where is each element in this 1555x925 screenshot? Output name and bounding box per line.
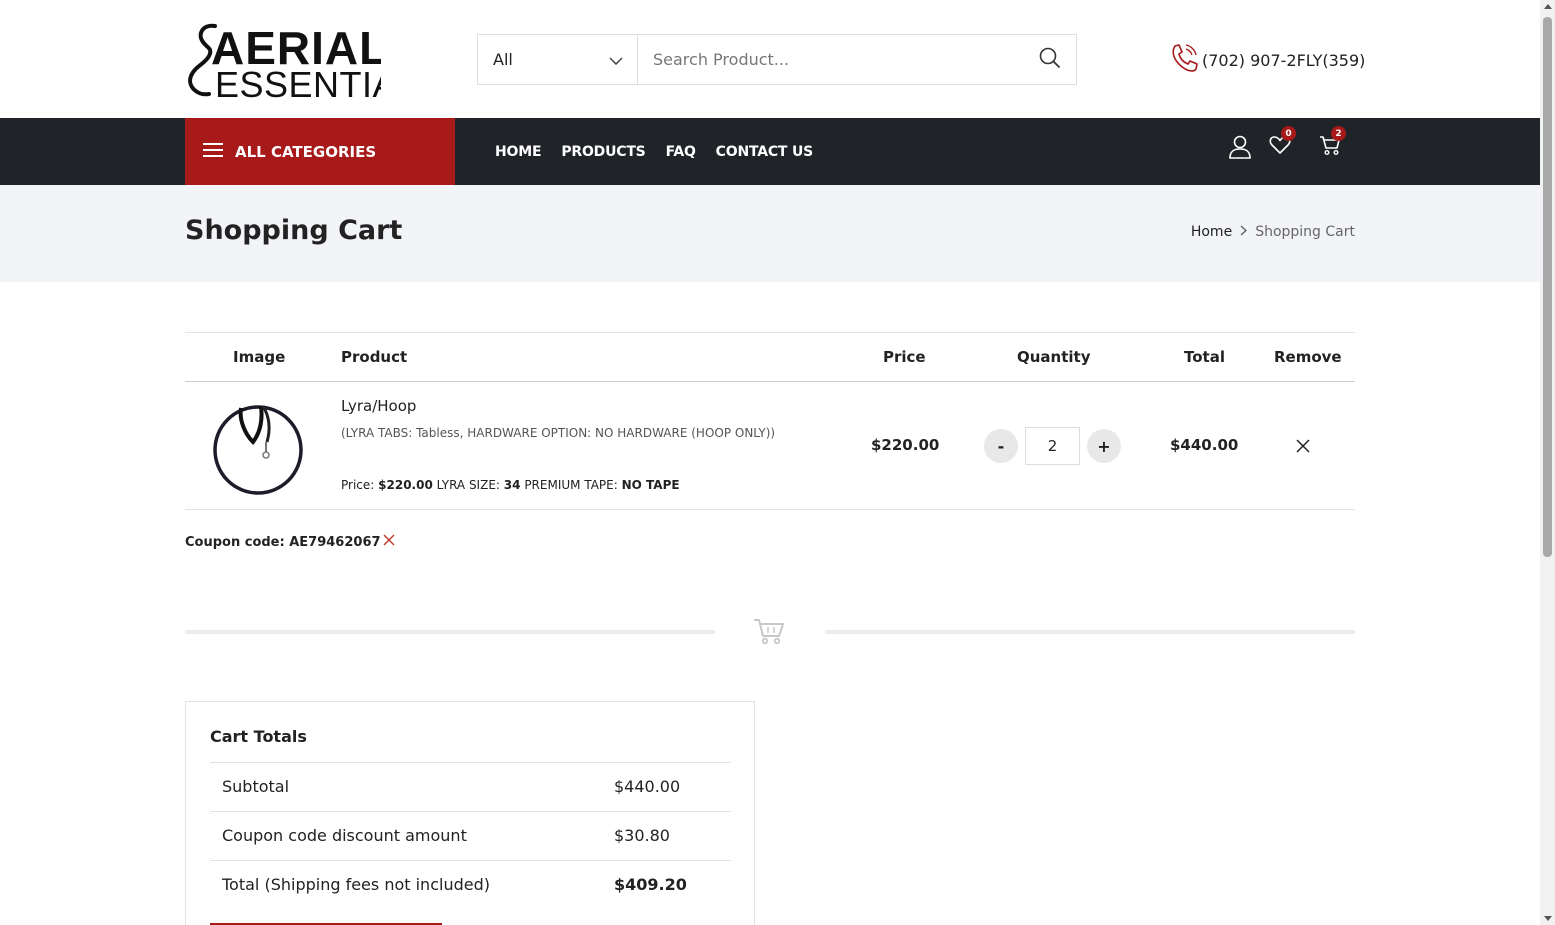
- header-image: Image: [233, 348, 286, 366]
- meta-size-label: LYRA SIZE:: [436, 478, 500, 492]
- meta-price-value: $220.00: [378, 478, 433, 492]
- page-title: Shopping Cart: [185, 215, 403, 246]
- header-total: Total: [1184, 348, 1225, 366]
- heart-icon: [1269, 136, 1291, 160]
- all-categories-label: ALL CATEGORIES: [235, 142, 377, 161]
- nav-link-home[interactable]: HOME: [495, 144, 542, 160]
- breadcrumb-current: Shopping Cart: [1255, 224, 1355, 240]
- nav-link-contact-us[interactable]: CONTACT US: [716, 144, 814, 160]
- search-button[interactable]: [1024, 35, 1076, 84]
- totals-label: Subtotal: [222, 777, 290, 796]
- totals-row-total: Total (Shipping fees not included) $409.…: [210, 860, 731, 909]
- category-select[interactable]: All: [478, 35, 638, 84]
- search-bar: All: [477, 34, 1077, 85]
- cart-totals-table: Subtotal $440.00 Coupon code discount am…: [210, 762, 731, 909]
- quantity-increase-button[interactable]: +: [1087, 429, 1121, 463]
- product-name[interactable]: Lyra/Hoop: [341, 397, 416, 415]
- chevron-right-icon: [1240, 224, 1248, 240]
- header-price: Price: [883, 348, 926, 366]
- page-title-band: Shopping Cart Home Shopping Cart: [0, 185, 1540, 282]
- meta-size-value: 34: [503, 478, 521, 492]
- meta-tape-label: PREMIUM TAPE:: [524, 478, 618, 492]
- category-select-value: All: [493, 50, 513, 69]
- cart-icon: [1319, 136, 1341, 160]
- search-input[interactable]: [638, 35, 1024, 84]
- page: AERIAL ESSENTIALS All: [0, 0, 1540, 925]
- applied-coupon: Coupon code: AE79462067: [185, 534, 395, 550]
- chevron-down-icon: [609, 50, 623, 69]
- nav-links: HOME PRODUCTS FAQ CONTACT US: [495, 118, 813, 185]
- scroll-down-arrow[interactable]: [1544, 916, 1552, 921]
- scrollbar-thumb[interactable]: [1543, 17, 1552, 557]
- section-divider-left: [185, 630, 715, 634]
- cart-table-header: Image Product Price Quantity Total Remov…: [185, 332, 1355, 382]
- cart-row: Lyra/Hoop (LYRA TABS: Tabless, HARDWARE …: [185, 382, 1355, 510]
- user-icon: [1228, 135, 1252, 164]
- close-icon: [383, 534, 395, 550]
- breadcrumb: Home Shopping Cart: [1191, 224, 1355, 240]
- coupon-code-text: Coupon code: AE79462067: [185, 534, 381, 550]
- quantity-stepper: - +: [984, 427, 1121, 465]
- product-options: (LYRA TABS: Tabless, HARDWARE OPTION: NO…: [341, 426, 776, 440]
- totals-value: $440.00: [614, 777, 681, 796]
- site-header: AERIAL ESSENTIALS All: [0, 0, 1540, 118]
- wishlist-button[interactable]: 0: [1269, 126, 1296, 160]
- nav-link-products[interactable]: PRODUCTS: [561, 144, 645, 160]
- cart-totals-title: Cart Totals: [210, 727, 307, 746]
- header-product: Product: [341, 348, 408, 366]
- close-icon: [1296, 438, 1310, 457]
- quantity-decrease-button[interactable]: -: [984, 429, 1018, 463]
- header-remove: Remove: [1274, 348, 1342, 366]
- totals-label: Coupon code discount amount: [222, 826, 467, 845]
- remove-item-button[interactable]: [1296, 438, 1310, 457]
- scroll-up-arrow[interactable]: [1544, 4, 1552, 9]
- svg-text:ESSENTIALS: ESSENTIALS: [215, 64, 381, 100]
- cart-divider-icon: [752, 614, 786, 650]
- page-scrollbar[interactable]: [1540, 0, 1555, 925]
- breadcrumb-home[interactable]: Home: [1191, 224, 1232, 240]
- product-image[interactable]: [211, 398, 305, 496]
- quantity-input[interactable]: [1025, 427, 1080, 465]
- main-navbar: ALL CATEGORIES HOME PRODUCTS FAQ CONTACT…: [0, 118, 1540, 185]
- totals-value: $30.80: [614, 826, 670, 845]
- cart-table: Image Product Price Quantity Total Remov…: [185, 332, 1355, 510]
- logo[interactable]: AERIAL ESSENTIALS: [185, 20, 442, 105]
- item-price: $220.00: [871, 436, 940, 454]
- search-icon: [1039, 47, 1061, 73]
- totals-row-discount: Coupon code discount amount $30.80: [210, 811, 731, 860]
- logo-graphic: AERIAL ESSENTIALS: [188, 22, 442, 105]
- all-categories-button[interactable]: ALL CATEGORIES: [185, 118, 455, 185]
- nav-link-faq[interactable]: FAQ: [666, 144, 696, 160]
- meta-price-label: Price:: [341, 478, 375, 492]
- item-total: $440.00: [1170, 436, 1239, 454]
- cart-totals: Cart Totals Subtotal $440.00 Coupon code…: [185, 701, 755, 925]
- wishlist-count-badge: 0: [1281, 126, 1296, 141]
- totals-value: $409.20: [614, 875, 687, 894]
- cart-button[interactable]: 2: [1319, 126, 1346, 160]
- cart-count-badge: 2: [1331, 126, 1346, 141]
- header-quantity: Quantity: [1017, 348, 1091, 366]
- remove-coupon-button[interactable]: [383, 534, 395, 550]
- phone-icon: [1168, 42, 1200, 78]
- totals-row-subtotal: Subtotal $440.00: [210, 762, 731, 811]
- totals-label: Total (Shipping fees not included): [222, 875, 490, 894]
- account-button[interactable]: [1228, 134, 1252, 164]
- menu-icon: [203, 142, 223, 162]
- phone-number: (702) 907-2FLY(359): [1202, 50, 1366, 70]
- section-divider-right: [825, 630, 1355, 634]
- phone-contact[interactable]: (702) 907-2FLY(359): [1168, 42, 1365, 78]
- meta-tape-value: NO TAPE: [621, 478, 680, 492]
- product-meta: Price: $220.00 LYRA SIZE: 34 PREMIUM TAP…: [341, 478, 680, 492]
